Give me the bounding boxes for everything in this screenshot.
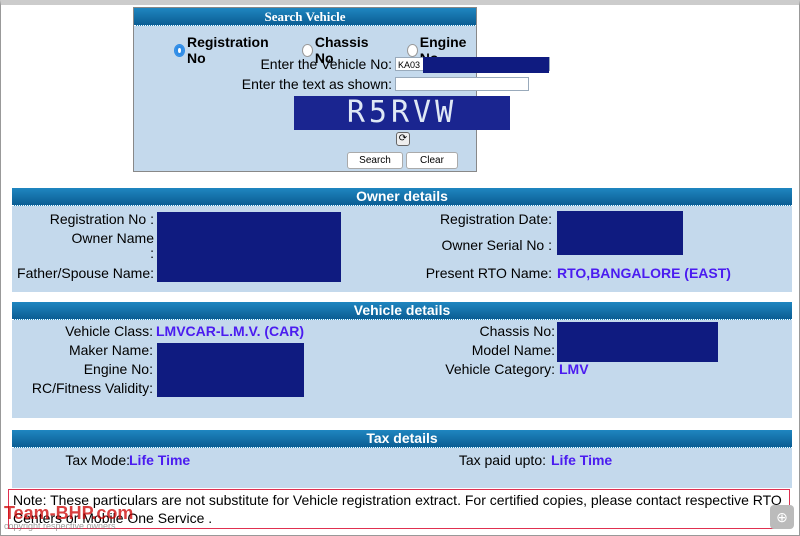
rto-value: RTO,BANGALORE (EAST) bbox=[557, 265, 731, 281]
owner-serial-label: Owner Serial No : bbox=[441, 237, 552, 253]
reg-date-label: Registration Date: bbox=[439, 211, 552, 227]
fitness-label: RC/Fitness Validity: bbox=[31, 380, 153, 396]
refresh-captcha-icon[interactable]: ⟳ bbox=[396, 132, 410, 146]
tax-details-section: Tax details Tax Mode: Life Time Tax paid… bbox=[12, 430, 792, 488]
radio-unchecked-icon[interactable] bbox=[406, 43, 418, 57]
radio-unchecked-icon[interactable] bbox=[301, 43, 313, 57]
captcha-label: Enter the text as shown: bbox=[241, 76, 392, 92]
redaction bbox=[557, 322, 718, 362]
watermark-copyright: copyright respective owners bbox=[4, 521, 116, 531]
reg-no-label: Registration No : bbox=[49, 211, 154, 227]
owner-details-section: Owner details Registration No : Owner Na… bbox=[12, 188, 792, 292]
father-name-label: Father/Spouse Name: bbox=[17, 265, 154, 281]
redaction bbox=[557, 211, 683, 255]
tax-upto-label: Tax paid upto: bbox=[458, 452, 546, 468]
vehicle-category-value: LMV bbox=[559, 361, 589, 377]
search-vehicle-panel: Search Vehicle Registration No Chassis N… bbox=[133, 7, 550, 172]
vehicle-class-value: LMVCAR-L.M.V. (CAR) bbox=[156, 323, 305, 339]
search-button[interactable]: Search bbox=[347, 152, 403, 169]
captcha-input[interactable] bbox=[395, 77, 529, 91]
clear-button[interactable]: Clear bbox=[406, 152, 458, 169]
search-title: Search Vehicle bbox=[134, 8, 476, 26]
owner-details-title: Owner details bbox=[12, 188, 792, 206]
tax-details-title: Tax details bbox=[12, 430, 792, 448]
rto-label: Present RTO Name: bbox=[425, 265, 552, 281]
redaction bbox=[157, 212, 341, 282]
captcha-image: R5RVW bbox=[294, 96, 510, 130]
chassis-no-label: Chassis No: bbox=[479, 323, 555, 339]
radio-checked-icon[interactable] bbox=[174, 43, 185, 57]
vehicle-class-label: Vehicle Class: bbox=[65, 323, 153, 339]
redaction bbox=[157, 343, 304, 397]
engine-no-label: Engine No: bbox=[83, 361, 153, 377]
radio-registration-no[interactable]: Registration No bbox=[174, 34, 272, 66]
vehicle-no-label: Enter the Vehicle No: bbox=[260, 56, 392, 72]
maker-name-label: Maker Name: bbox=[68, 342, 153, 358]
owner-name-label: Owner Name bbox=[71, 230, 154, 246]
vehicle-details-title: Vehicle details bbox=[12, 302, 792, 320]
tax-upto-value: Life Time bbox=[551, 452, 613, 468]
redaction bbox=[423, 57, 549, 73]
vehicle-details-section: Vehicle details Vehicle Class: LMVCAR-L.… bbox=[12, 302, 792, 418]
tax-mode-value: Life Time bbox=[129, 452, 191, 468]
vehicle-category-label: Vehicle Category: bbox=[445, 361, 555, 377]
owner-name-colon: : bbox=[150, 245, 154, 261]
model-name-label: Model Name: bbox=[471, 342, 555, 358]
zoom-icon[interactable]: ⊕ bbox=[770, 505, 794, 529]
radio-label: Registration No bbox=[186, 34, 269, 66]
tax-mode-label: Tax Mode: bbox=[65, 452, 130, 468]
